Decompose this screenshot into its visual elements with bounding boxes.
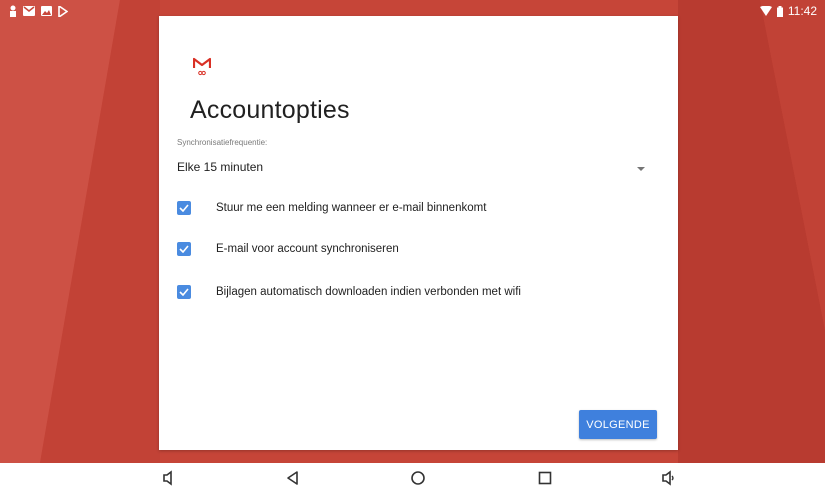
sync-frequency-dropdown[interactable]: Elke 15 minuten [177,156,659,180]
screen: 11:42 Accountopties Synchronisatiefreque… [0,0,825,463]
option-label: Stuur me een melding wanneer er e-mail b… [216,202,487,214]
back-icon[interactable] [285,470,301,486]
dropdown-caret-icon [637,167,645,171]
checkbox-checked-icon[interactable] [177,201,191,215]
clock: 11:42 [787,4,817,18]
sync-frequency-label: Synchronisatiefrequentie: [177,138,268,147]
home-icon[interactable] [410,470,426,486]
account-options-card: Accountopties Synchronisatiefrequentie: … [159,16,678,450]
battery-icon [776,5,783,17]
option-label: Bijlagen automatisch downloaden indien v… [216,286,521,298]
navigation-bar [0,463,825,490]
gmail-logo-icon [193,57,211,76]
checkbox-checked-icon[interactable] [177,242,191,256]
volume-down-icon[interactable] [161,470,177,486]
next-button[interactable]: VOLGENDE [579,410,657,439]
gmail-notification-icon [23,6,35,16]
person-icon [10,5,16,17]
play-store-icon [58,5,68,17]
sync-frequency-value: Elke 15 minuten [177,160,264,174]
checkbox-checked-icon[interactable] [177,285,191,299]
option-sync-account[interactable]: E-mail voor account synchroniseren [177,237,657,261]
option-notify-new-mail[interactable]: Stuur me een melding wanneer er e-mail b… [177,196,657,220]
image-notification-icon [41,6,52,16]
page-title: Accountopties [190,96,350,124]
option-label: E-mail voor account synchroniseren [216,243,399,255]
volume-up-icon[interactable] [661,470,677,486]
recents-icon[interactable] [537,470,553,486]
wifi-icon [759,6,772,16]
option-auto-download-attachments[interactable]: Bijlagen automatisch downloaden indien v… [177,280,657,304]
